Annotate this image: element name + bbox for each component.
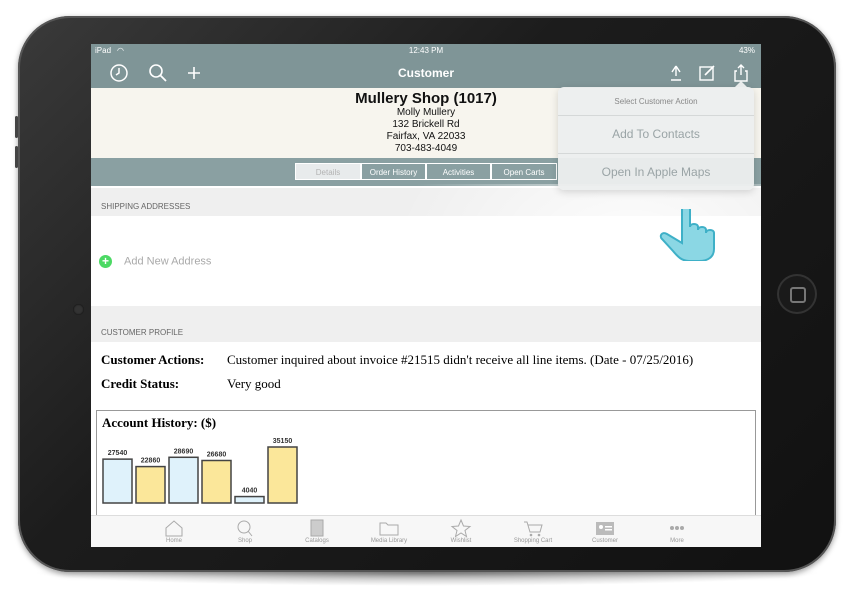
credit-status-row: Credit Status: Very good [101,376,281,392]
tab-customer[interactable]: Customer [569,516,641,547]
popover-arrow [734,81,748,88]
cart-icon [524,521,543,537]
tab-label: Customer [591,538,618,544]
open-in-apple-maps-button[interactable]: Open In Apple Maps [558,153,754,190]
chart-data-label: 35150 [273,438,293,445]
chart-data-label: 22860 [141,458,161,465]
catalog-icon [310,519,324,537]
tab-shop[interactable]: Shop [209,516,281,547]
star-icon [450,518,472,538]
status-time: 12:43 PM [408,46,444,55]
home-button[interactable] [777,274,817,314]
section-title: SHIPPING ADDRESSES [101,202,191,211]
account-history-chart: Account History: ($) 27540 22860 28690 2668… [96,410,756,520]
chart-data-label: 27540 [108,450,128,457]
tab-label: Home [165,538,182,544]
add-address-label: Add New Address [124,255,212,268]
tab-shopping-cart[interactable]: Shopping Cart [497,516,569,547]
more-icon [670,526,684,530]
page-title: Customer [397,66,454,80]
tab-label: Shopping Cart [513,538,553,544]
edit-icon[interactable] [697,63,717,83]
chart-bar [168,456,199,504]
chart-data-label: 26680 [207,451,227,458]
tab-order-history[interactable]: Order History [361,163,426,180]
chart-bar [102,458,133,504]
tab-details[interactable]: Details [295,163,361,180]
contact-card-icon [596,522,614,535]
section-title: CUSTOMER PROFILE [101,328,184,337]
share-up-icon[interactable] [666,63,686,83]
tab-label: More [670,538,684,544]
tab-label: Catalogs [305,538,329,544]
share-icon[interactable] [731,63,751,83]
customer-action-popover: Select Customer Action Add To Contacts O… [558,81,754,190]
chart-bar [135,465,166,504]
profile-section-header: CUSTOMER PROFILE [91,306,761,342]
screen: iPad ◠ 12:43 PM 43% Customer Mullery Sho… [91,44,761,547]
battery-level: 43% [738,46,755,55]
chart-bar [234,495,265,504]
add-address-button[interactable]: + Add New Address [99,255,211,268]
chart-plot: 27540 22860 28690 26680 4040 35150 [102,438,298,504]
tab-wishlist[interactable]: Wishlist [425,516,497,547]
nav-bar: Customer [91,58,761,88]
camera [73,304,84,315]
tab-media-library[interactable]: Media Library [353,516,425,547]
credit-status-label: Credit Status: [101,376,180,391]
plus-circle-icon: + [99,255,112,268]
add-to-contacts-button[interactable]: Add To Contacts [558,115,754,152]
home-icon [165,520,183,537]
credit-status-value: Very good [227,376,281,391]
tab-activities[interactable]: Activities [426,163,491,180]
tab-home[interactable]: Home [138,516,210,547]
chart-data-label: 4040 [242,488,258,495]
customer-actions-row: Customer Actions: Customer inquired about… [101,352,693,368]
tab-catalogs[interactable]: Catalogs [281,516,353,547]
customer-actions-label: Customer Actions: [101,352,205,367]
chart-bar [201,459,232,504]
pointing-hand-icon [659,209,715,261]
chart-data-label: 28690 [174,448,194,455]
bottom-tab-bar: Home Shop Catalogs Media Library Wishlis… [91,515,761,547]
chart-bar [267,446,298,504]
volume-button [15,146,18,168]
volume-button [15,116,18,138]
tab-label: Wishlist [450,538,472,544]
status-bar: iPad ◠ 12:43 PM 43% [91,44,761,58]
chart-title: Account History: ($) [102,415,217,430]
popover-title: Select Customer Action [614,97,698,106]
tab-open-carts[interactable]: Open Carts [491,163,557,180]
tab-more[interactable]: More [641,516,713,547]
folder-icon [379,522,399,536]
tab-label: Media Library [370,538,408,544]
search-icon [237,520,253,537]
tab-label: Shop [237,538,252,544]
customer-actions-value: Customer inquired about invoice #21515 d… [227,352,694,367]
